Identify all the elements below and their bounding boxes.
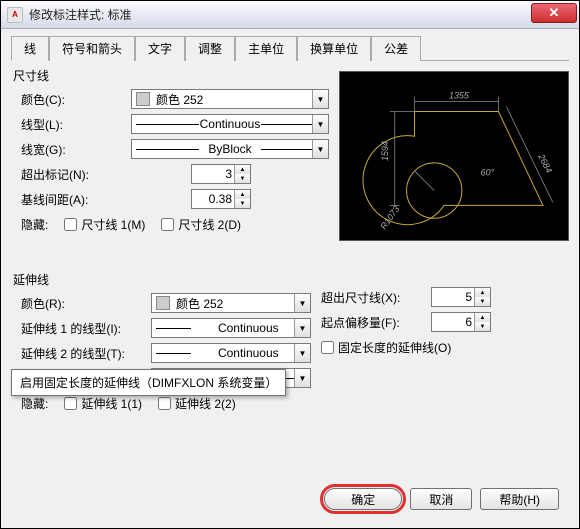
dimline-lweight-label: 线宽(G): [21,141,131,158]
dimline-hide-label: 隐藏: [21,216,48,233]
dimline-extend-value: 3 [225,167,232,181]
dialog-window: A 修改标注样式: 标准 ✕ 线 符号和箭头 文字 调整 主单位 换算单位 公差… [0,0,580,529]
chevron-down-icon: ▼ [312,90,328,108]
extline-beyond-spin[interactable]: 5▲▼ [431,287,491,307]
preview-dim-radius: R1073 [378,204,401,231]
dimline-group-label: 尺寸线 [13,67,329,84]
dimline-ltype-combo[interactable]: Continuous ▼ [131,114,329,134]
spin-up-icon[interactable]: ▲ [474,313,490,322]
extline-hide1-check[interactable]: 延伸线 1(1) [64,395,142,412]
dimline-hide1-label: 尺寸线 1(M) [81,216,145,233]
tab-alt[interactable]: 换算单位 [297,36,371,61]
dimline-lweight-combo[interactable]: ByBlock ▼ [131,139,329,159]
extline-right-group: 超出尺寸线(X): 5▲▼ 起点偏移量(F): 6▲▼ 固定长度的延伸线(O) … [321,269,569,414]
dimline-hide1-check[interactable]: 尺寸线 1(M) [64,216,145,233]
extline-color-value: 颜色 252 [176,295,223,312]
extline-lt2-combo[interactable]: Continuous▼ [151,343,311,363]
extline-offset-label: 起点偏移量(F): [321,314,431,331]
chevron-down-icon: ▼ [312,140,328,158]
chevron-down-icon: ▼ [294,369,310,387]
spin-down-icon[interactable]: ▼ [234,174,250,183]
chevron-down-icon: ▼ [294,319,310,337]
extline-hide1-label: 延伸线 1(1) [81,395,142,412]
dimline-color-combo[interactable]: 颜色 252 ▼ [131,89,329,109]
extline-offset-spin[interactable]: 6▲▼ [431,312,491,332]
app-icon: A [7,7,23,23]
tab-text[interactable]: 文字 [135,36,185,61]
preview-dim-right: 2684 [536,151,554,174]
spin-up-icon[interactable]: ▲ [234,190,250,199]
dimline-spacing-spin[interactable]: 0.38▲▼ [191,189,251,209]
tab-fit[interactable]: 调整 [185,36,235,61]
tab-symbols[interactable]: 符号和箭头 [49,36,135,61]
tab-primary[interactable]: 主单位 [235,36,297,61]
dimline-hide2-check[interactable]: 尺寸线 2(D) [161,216,241,233]
extline-lt2-label: 延伸线 2 的线型(T): [21,345,151,362]
extline-hide-label: 隐藏: [21,395,48,412]
titlebar: A 修改标注样式: 标准 ✕ [1,1,579,29]
chevron-down-icon: ▼ [294,344,310,362]
extline-lt2-value: Continuous [191,346,306,360]
extline-offset-value: 6 [465,315,472,329]
preview-dim-angle: 60° [481,168,495,178]
extline-fixed-label: 固定长度的延伸线(O) [338,339,451,356]
close-button[interactable]: ✕ [531,3,577,23]
dimline-ltype-value: Continuous [199,117,262,131]
dimline-extend-label: 超出标记(N): [21,166,191,183]
cancel-button[interactable]: 取消 [410,488,472,510]
extline-group-label: 延伸线 [13,271,311,288]
spin-down-icon[interactable]: ▼ [474,322,490,331]
help-button[interactable]: 帮助(H) [480,488,559,510]
footer: 确定 取消 帮助(H) [11,480,569,518]
extline-lt1-value: Continuous [191,321,306,335]
chevron-down-icon: ▼ [312,115,328,133]
dimline-lweight-value: ByBlock [199,142,262,156]
extline-color-combo[interactable]: 颜色 252 ▼ [151,293,311,313]
dimline-spacing-label: 基线间距(A): [21,191,191,208]
extline-fixed-check[interactable]: 固定长度的延伸线(O) [321,339,451,356]
dialog-body: 线 符号和箭头 文字 调整 主单位 换算单位 公差 尺寸线 颜色(C): 颜色 … [1,29,579,528]
tab-bar: 线 符号和箭头 文字 调整 主单位 换算单位 公差 [11,35,569,61]
extline-beyond-value: 5 [465,290,472,304]
spin-down-icon[interactable]: ▼ [234,199,250,208]
dimline-group: 尺寸线 颜色(C): 颜色 252 ▼ 线型(L): Continuous ▼ 线宽… [11,65,329,241]
tooltip: 启用固定长度的延伸线（DIMFXLON 系统变量） [11,369,286,396]
dimline-color-value: 颜色 252 [156,91,203,108]
preview-dim-top: 1355 [449,91,469,101]
extline-lt1-combo[interactable]: Continuous▼ [151,318,311,338]
spin-down-icon[interactable]: ▼ [474,297,490,306]
extline-beyond-label: 超出尺寸线(X): [321,289,431,306]
extline-hide2-check[interactable]: 延伸线 2(2) [158,395,236,412]
extline-hide2-label: 延伸线 2(2) [175,395,236,412]
dimline-extend-spin[interactable]: 3▲▼ [191,164,251,184]
dimline-color-label: 颜色(C): [21,91,131,108]
dimline-hide2-label: 尺寸线 2(D) [178,216,241,233]
extline-color-label: 颜色(R): [21,295,151,312]
spin-up-icon[interactable]: ▲ [474,288,490,297]
dimline-spacing-value: 0.38 [209,192,232,206]
spin-up-icon[interactable]: ▲ [234,165,250,174]
preview-pane: 1355 1594 2684 R1073 60° [339,71,569,241]
window-title: 修改标注样式: 标准 [29,6,531,23]
ok-button[interactable]: 确定 [324,488,402,510]
chevron-down-icon: ▼ [294,294,310,312]
tab-tol[interactable]: 公差 [371,36,421,61]
tab-lines[interactable]: 线 [11,36,49,61]
dimline-ltype-label: 线型(L): [21,116,131,133]
extline-lt1-label: 延伸线 1 的线型(I): [21,320,151,337]
preview-dim-left: 1594 [380,141,390,161]
